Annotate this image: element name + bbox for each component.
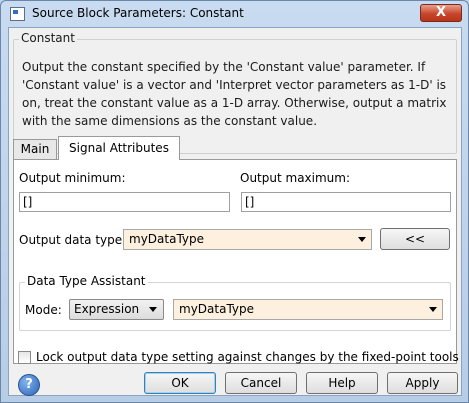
- data-type-assistant-heading: Data Type Assistant: [25, 274, 148, 288]
- title-bar[interactable]: Source Block Parameters: Constant X: [1, 1, 468, 27]
- help-icon[interactable]: ?: [18, 374, 40, 396]
- help-button[interactable]: Help: [306, 372, 378, 394]
- dialog-window: Source Block Parameters: Constant X Cons…: [0, 0, 469, 403]
- mode-select[interactable]: Expression: [69, 299, 164, 320]
- apply-button[interactable]: Apply: [387, 372, 458, 394]
- chevron-down-icon: [149, 307, 157, 312]
- output-maximum-label: Output maximum:: [240, 171, 351, 185]
- output-data-type-combo[interactable]: myDataType: [123, 229, 372, 250]
- tab-main[interactable]: Main: [13, 139, 57, 159]
- output-maximum-field[interactable]: []: [241, 192, 451, 212]
- output-minimum-label: Output minimum:: [19, 171, 126, 185]
- chevron-down-icon: [429, 307, 437, 312]
- tab-signal-attributes[interactable]: Signal Attributes: [58, 136, 180, 160]
- lock-data-type-label: Lock output data type setting against ch…: [36, 350, 459, 364]
- ok-button[interactable]: OK: [144, 372, 216, 394]
- output-data-type-value: myDataType: [129, 232, 205, 246]
- output-minimum-field[interactable]: []: [19, 192, 230, 212]
- chevron-down-icon: [358, 237, 366, 242]
- close-button[interactable]: X: [420, 4, 462, 22]
- expression-value: myDataType: [179, 302, 255, 316]
- signal-attributes-panel: Output minimum: [] Output maximum: [] Ou…: [13, 159, 459, 364]
- description-heading: Constant: [19, 31, 77, 45]
- output-data-type-label: Output data type:: [19, 233, 127, 247]
- lock-data-type-checkbox[interactable]: [18, 351, 31, 364]
- dialog-content: Constant Output the constant specified b…: [8, 27, 462, 396]
- expression-combo[interactable]: myDataType: [173, 299, 443, 320]
- description-text: Output the constant specified by the 'Co…: [22, 60, 447, 128]
- window-title: Source Block Parameters: Constant: [32, 6, 244, 20]
- simulink-block-icon: [10, 7, 25, 21]
- mode-value: Expression: [74, 302, 140, 316]
- data-type-assistant-group: Data Type Assistant Mode: Expression myD…: [19, 274, 451, 331]
- cancel-button[interactable]: Cancel: [225, 372, 297, 394]
- mode-label: Mode:: [25, 303, 62, 317]
- data-type-assistant-toggle-button[interactable]: <<: [380, 228, 450, 250]
